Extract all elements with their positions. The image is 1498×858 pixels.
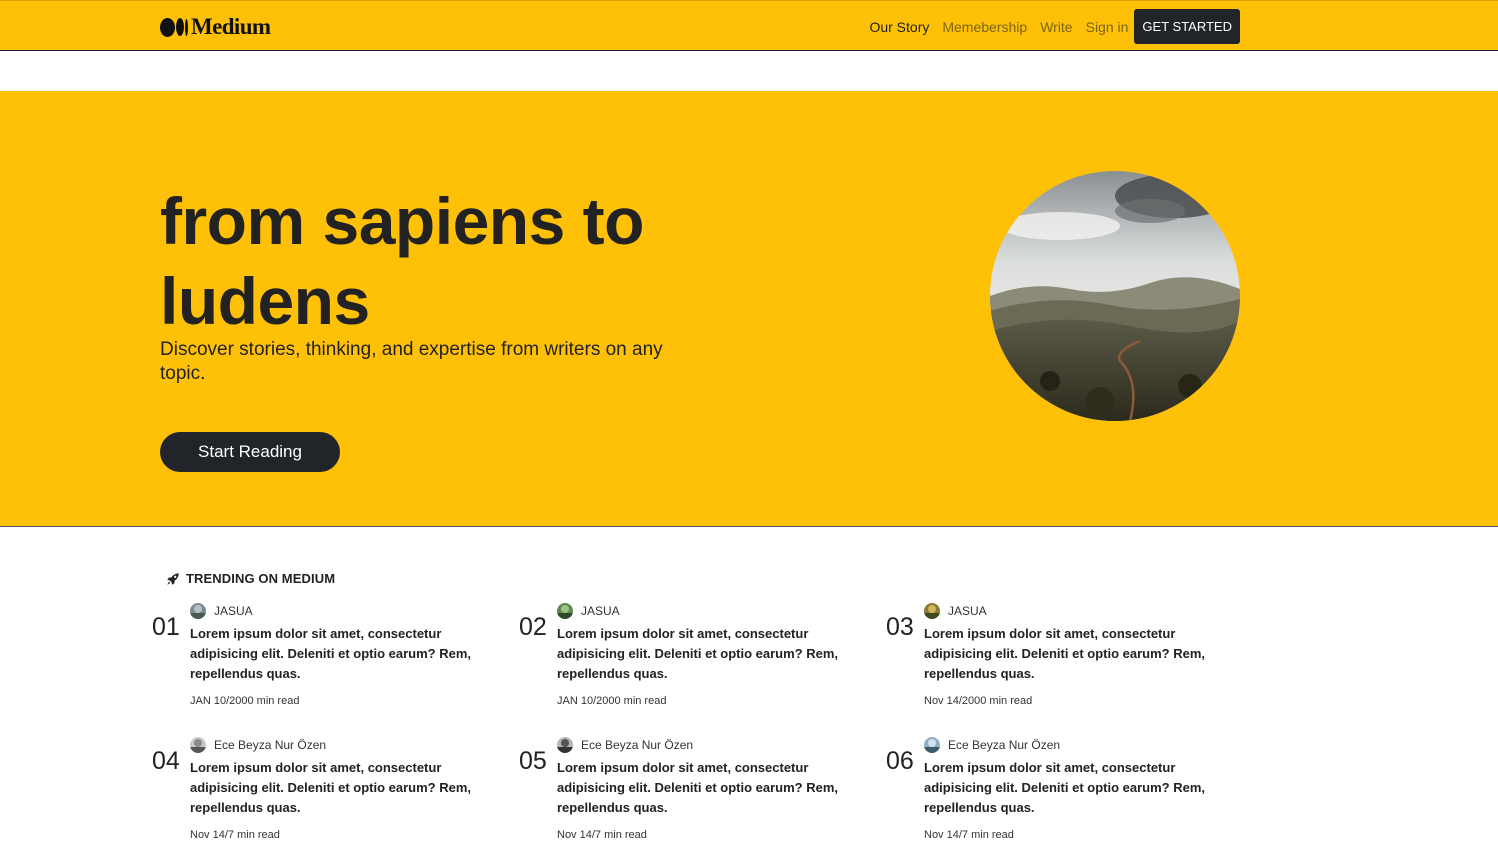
medium-logo-mark-icon (160, 17, 188, 37)
card-meta: JAN 10/2000 min read (190, 695, 300, 707)
hero-subtitle: Discover stories, thinking, and expertis… (160, 339, 663, 384)
trending-number: 02 (519, 613, 547, 641)
trending-card[interactable]: 03 JASUA Lorem ipsum dolor sit amet, con… (886, 603, 1216, 723)
card-headline[interactable]: Lorem ipsum dolor sit amet, consectetur … (557, 624, 857, 684)
card-headline[interactable]: Lorem ipsum dolor sit amet, consectetur … (557, 758, 857, 818)
trending-card[interactable]: 05 Ece Beyza Nur Özen Lorem ipsum dolor … (519, 737, 849, 857)
author-name: Ece Beyza Nur Özen (581, 738, 694, 752)
card-author[interactable]: JASUA (557, 603, 620, 619)
trending-card[interactable]: 01 JASUA Lorem ipsum dolor sit amet, con… (152, 603, 482, 723)
author-name: JASUA (948, 604, 987, 618)
avatar (557, 737, 573, 753)
avatar (924, 603, 940, 619)
card-author[interactable]: Ece Beyza Nur Özen (190, 737, 326, 753)
top-navbar: Medium Our Story Memebership Write Sign … (0, 0, 1498, 51)
card-headline[interactable]: Lorem ipsum dolor sit amet, consectetur … (924, 758, 1224, 818)
trending-number: 03 (886, 613, 914, 641)
card-author[interactable]: JASUA (924, 603, 987, 619)
hero-section: from sapiens to ludens Discover stories,… (0, 91, 1498, 527)
author-name: JASUA (214, 604, 253, 618)
card-meta: Nov 14/7 min read (190, 829, 280, 841)
get-started-button[interactable]: GET STARTED (1134, 9, 1240, 44)
nav-links: Our Story Memebership Write Sign in GET … (856, 9, 1240, 44)
card-headline[interactable]: Lorem ipsum dolor sit amet, consectetur … (924, 624, 1224, 684)
avatar (557, 603, 573, 619)
card-author[interactable]: Ece Beyza Nur Özen (924, 737, 1060, 753)
start-reading-button[interactable]: Start Reading (160, 432, 340, 472)
trending-number: 05 (519, 747, 547, 775)
medium-logo[interactable]: Medium (160, 14, 271, 39)
avatar (924, 737, 940, 753)
trending-card[interactable]: 06 Ece Beyza Nur Özen Lorem ipsum dolor … (886, 737, 1216, 857)
rocket-icon (167, 572, 179, 585)
card-headline[interactable]: Lorem ipsum dolor sit amet, consectetur … (190, 758, 490, 818)
trending-title: TRENDING ON MEDIUM (186, 571, 336, 586)
trending-number: 01 (152, 613, 180, 641)
medium-wordmark: Medium (191, 14, 271, 39)
card-author[interactable]: JASUA (190, 603, 253, 619)
author-name: Ece Beyza Nur Özen (948, 738, 1061, 752)
nav-link-write[interactable]: Write (1040, 10, 1072, 44)
author-name: JASUA (581, 604, 620, 618)
card-headline[interactable]: Lorem ipsum dolor sit amet, consectetur … (190, 624, 490, 684)
card-meta: Nov 14/7 min read (924, 829, 1014, 841)
card-meta: JAN 10/2000 min read (557, 695, 667, 707)
avatar (190, 603, 206, 619)
card-meta: Nov 14/7 min read (557, 829, 647, 841)
hero-landscape-image (990, 171, 1240, 421)
card-meta: Nov 14/2000 min read (924, 695, 1033, 707)
trending-header: TRENDING ON MEDIUM (166, 571, 335, 586)
trending-number: 06 (886, 747, 914, 775)
trending-number: 04 (152, 747, 180, 775)
hero-title: from sapiens to ludens (160, 184, 644, 338)
card-author[interactable]: Ece Beyza Nur Özen (557, 737, 693, 753)
trending-card[interactable]: 04 Ece Beyza Nur Özen Lorem ipsum dolor … (152, 737, 482, 857)
nav-link-our-story[interactable]: Our Story (869, 10, 929, 44)
trending-card[interactable]: 02 JASUA Lorem ipsum dolor sit amet, con… (519, 603, 849, 723)
nav-link-membership[interactable]: Memebership (942, 10, 1027, 44)
avatar (190, 737, 206, 753)
author-name: Ece Beyza Nur Özen (214, 738, 327, 752)
nav-link-sign-in[interactable]: Sign in (1086, 10, 1129, 44)
